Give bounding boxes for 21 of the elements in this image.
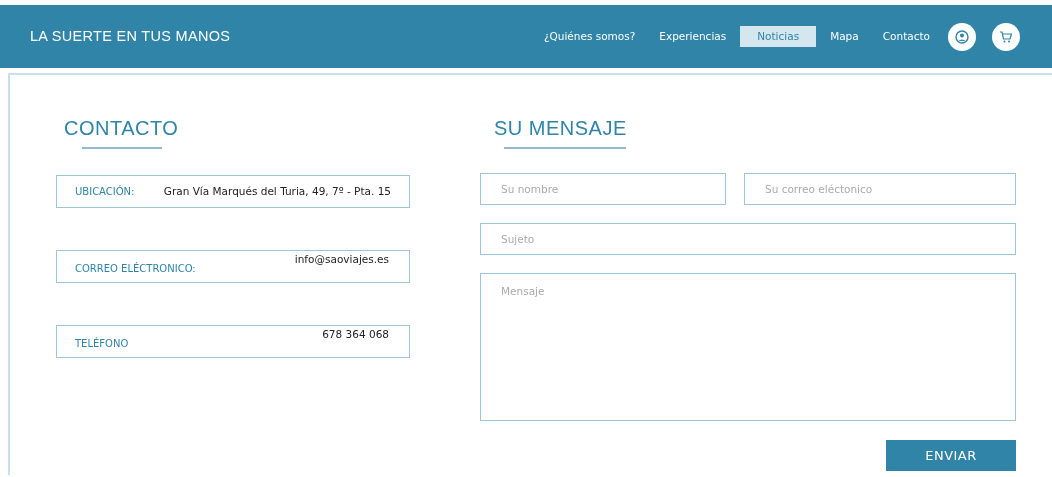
contact-label: UBICACIÓN:	[75, 184, 135, 199]
user-icon[interactable]	[948, 22, 976, 51]
contact-value: Gran Vía Marqués del Turia, 49, 7º - Pta. 15	[163, 183, 391, 199]
message-field[interactable]: Mensaje	[480, 273, 1016, 421]
contact-value: 678 364 068	[322, 326, 390, 342]
email-field[interactable]: Su correo eléctonico	[744, 173, 1016, 205]
nav-link[interactable]: Noticias	[740, 25, 817, 48]
site-title: LA SUERTE EN TUS MANOS	[30, 26, 231, 46]
contact-label: CORREO ELÉCTRONICO:	[75, 261, 196, 276]
contact-value: info@saoviajes.es	[294, 251, 390, 267]
section-title: SU MENSAJE	[494, 116, 628, 141]
subject-field[interactable]: Sujeto	[480, 223, 1016, 255]
contact-label: TELÉFONO	[75, 336, 129, 351]
nav-link[interactable]: Experiencias	[649, 25, 737, 48]
name-field[interactable]: Su nombre	[480, 173, 726, 205]
section-title: CONTACTO	[64, 116, 180, 141]
nav-link[interactable]: Mapa	[820, 25, 869, 48]
send-button[interactable]: ENVIAR	[886, 440, 1016, 471]
cart-icon[interactable]	[992, 22, 1020, 51]
nav-link[interactable]: Contacto	[872, 25, 940, 48]
nav-link[interactable]: ¿Quiénes somos?	[533, 25, 646, 48]
